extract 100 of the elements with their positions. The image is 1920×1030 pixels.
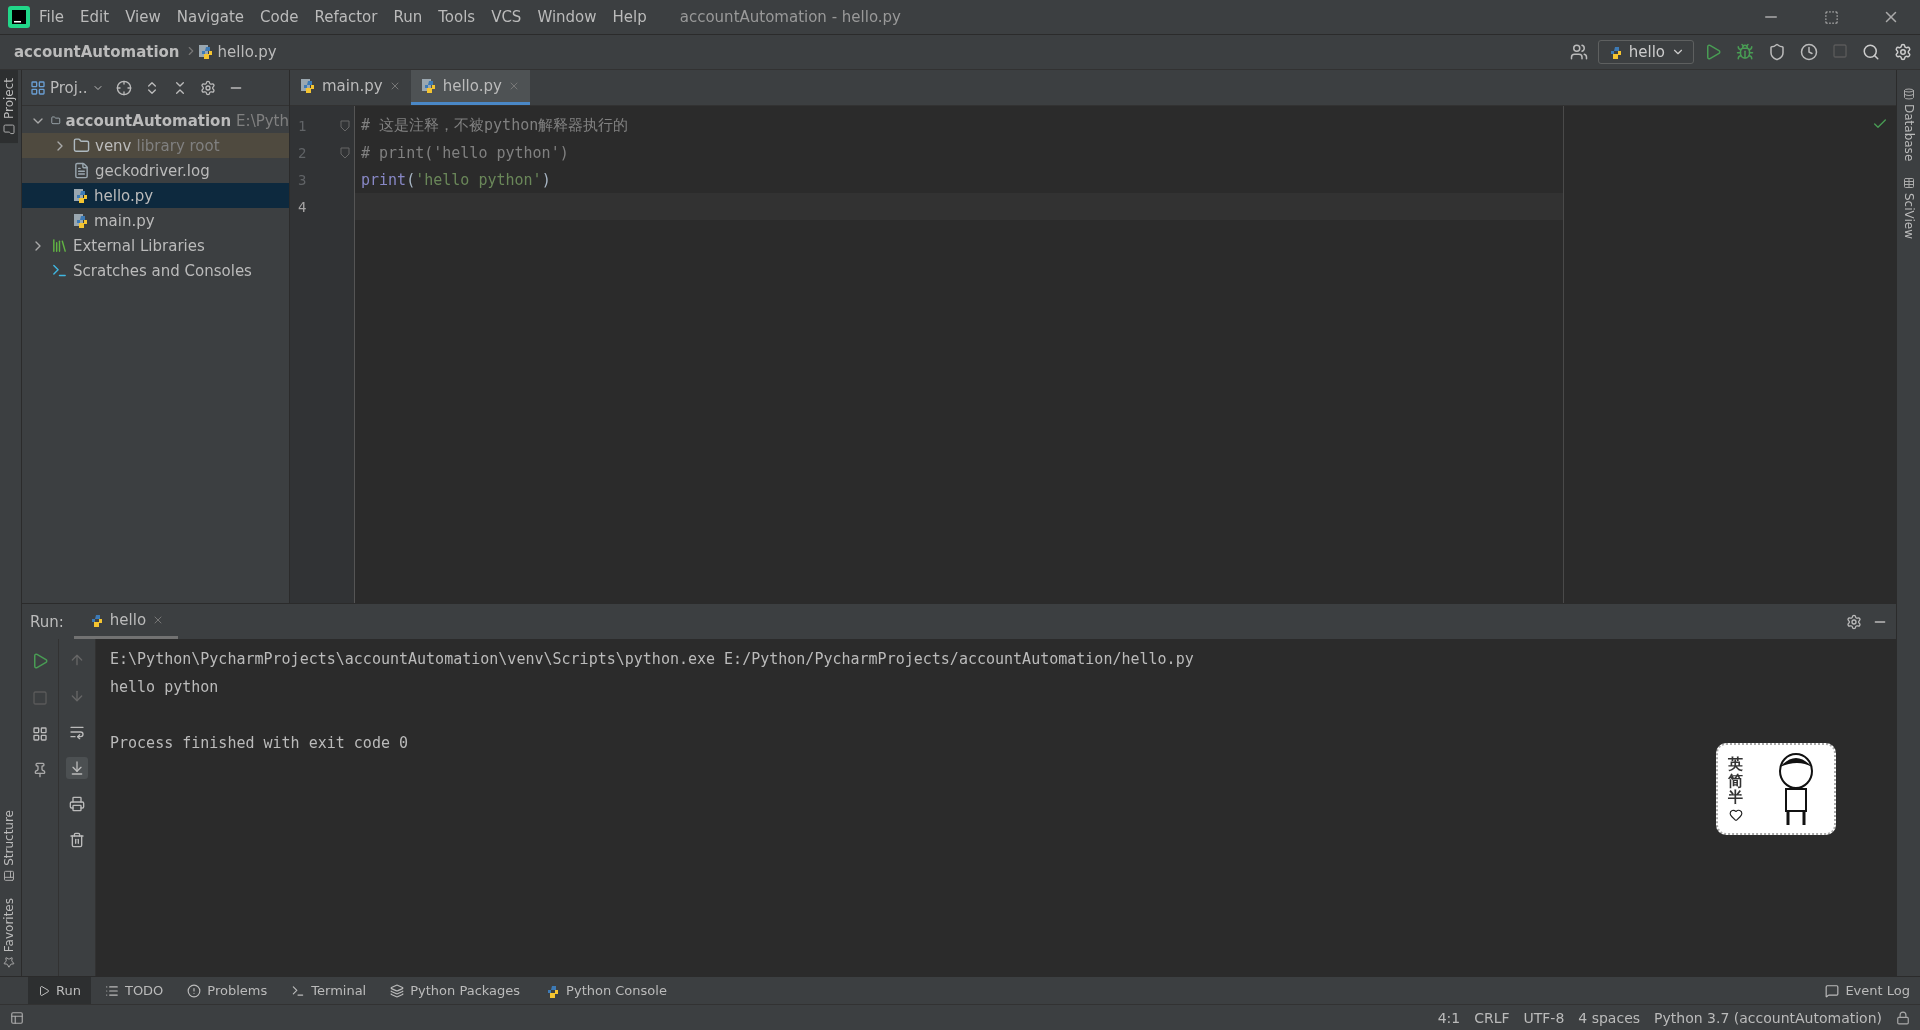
lock-icon[interactable] [1896, 1010, 1910, 1025]
menu-item[interactable]: VCS [484, 8, 529, 26]
python-file-icon [300, 78, 316, 94]
side-tab-label: Database [1901, 104, 1916, 162]
tool-window-button[interactable]: Python Packages [380, 976, 531, 1005]
code-line: # 这是注释，不被python解释器执行的 [361, 116, 629, 135]
structure-icon [3, 869, 15, 882]
menu-item[interactable]: File [32, 8, 72, 26]
restore-icon[interactable] [1823, 9, 1839, 25]
menu-item[interactable]: Tools [431, 8, 483, 26]
side-tab[interactable]: SciView [1899, 169, 1918, 248]
table-icon [1902, 177, 1915, 190]
terminal-icon [291, 983, 306, 998]
panel-toggle-icon[interactable] [10, 1010, 24, 1025]
clock-icon[interactable] [1800, 43, 1818, 61]
menu-item[interactable]: Code [253, 8, 306, 26]
side-tab-label: Project [2, 78, 16, 120]
status-item[interactable]: Python 3.7 (accountAutomation) [1654, 1009, 1882, 1026]
line-number: 4 [298, 198, 307, 215]
window-title: accountAutomation - hello.py [679, 8, 902, 26]
message-icon [1825, 983, 1840, 998]
tree-item[interactable]: accountAutomation E:\Pyth [22, 108, 289, 133]
trash-icon[interactable] [69, 832, 85, 848]
folder-icon [73, 137, 90, 154]
scroll-to-end-icon[interactable] [69, 760, 85, 776]
fold-marker-icon[interactable] [340, 146, 350, 159]
side-tab[interactable]: Database [1899, 80, 1918, 170]
tree-item[interactable]: geckodriver.log [22, 158, 289, 183]
python-file-icon [73, 212, 89, 229]
rerun-icon[interactable] [31, 652, 49, 670]
code-line: # print('hello python') [361, 143, 569, 162]
search-icon[interactable] [1862, 43, 1880, 61]
window-icon [30, 79, 46, 96]
side-tab[interactable]: Favorites [0, 889, 18, 976]
layout-icon[interactable] [32, 726, 48, 742]
database-icon [1902, 88, 1915, 100]
status-item[interactable]: CRLF [1474, 1009, 1510, 1026]
side-tab[interactable]: Project [0, 70, 18, 144]
pin-icon[interactable] [32, 762, 48, 778]
bug-icon[interactable] [1736, 43, 1754, 61]
event-log-button[interactable]: Event Log [1815, 976, 1920, 1005]
python-file-icon [73, 187, 89, 204]
settings-icon[interactable] [1894, 43, 1912, 61]
editor-tab[interactable]: main.py [290, 70, 411, 105]
print-icon[interactable] [69, 796, 85, 812]
console-line: E:\Python\PycharmProjects\accountAutomation\venv\Scripts\python.exe E:/Python/PycharmProjects/accountAutomation/hello.py [110, 650, 1194, 668]
tool-window-button[interactable]: Python Console [534, 976, 677, 1005]
python-file-icon [420, 78, 437, 94]
file-icon [73, 162, 90, 179]
tree-item[interactable]: External Libraries [22, 233, 289, 258]
code-line: print('hello python') [361, 170, 551, 189]
tree-item[interactable]: venv library root [22, 133, 289, 158]
side-tab-label: Structure [2, 809, 16, 866]
tool-window-button[interactable]: TODO [94, 976, 174, 1005]
tool-window-button[interactable]: Run [28, 976, 91, 1005]
side-tab[interactable]: Structure [0, 801, 18, 890]
tree-item[interactable]: main.py [22, 208, 289, 233]
library-icon [51, 237, 68, 254]
settings-icon[interactable] [1846, 613, 1862, 630]
menu-item[interactable]: View [118, 8, 168, 26]
users-icon[interactable] [1569, 43, 1588, 61]
settings-icon[interactable] [199, 79, 216, 96]
side-tab-label: SciView [1901, 193, 1916, 240]
fold-marker-icon[interactable] [340, 119, 350, 132]
tool-window-button[interactable]: Terminal [281, 976, 377, 1005]
alert-icon [187, 983, 202, 998]
app-logo-icon [8, 6, 30, 28]
star-icon [3, 956, 15, 968]
input-method-widget[interactable]: 英简半 [1716, 743, 1836, 835]
breadcrumb-item[interactable]: accountAutomation [14, 43, 180, 61]
editor-tab[interactable]: hello.py [410, 70, 530, 105]
scratches-icon [51, 262, 68, 279]
wrap-icon[interactable] [69, 724, 85, 740]
status-item[interactable]: UTF-8 [1523, 1009, 1565, 1026]
menu-item[interactable]: Window [530, 8, 604, 26]
tree-item[interactable]: Scratches and Consoles [22, 258, 289, 283]
python-file-icon [197, 44, 214, 60]
side-tab-label: Favorites [2, 897, 16, 952]
shield-icon[interactable] [1768, 43, 1786, 61]
menu-item[interactable]: Refactor [307, 8, 385, 26]
folder-icon [3, 123, 15, 136]
menu-item[interactable]: Navigate [169, 8, 252, 26]
menu-item[interactable]: Help [605, 8, 654, 26]
run-label: Run: [30, 612, 64, 631]
console-line: Process finished with exit code 0 [110, 734, 408, 752]
run-icon[interactable] [1704, 43, 1722, 61]
tool-window-button[interactable]: Problems [177, 976, 278, 1005]
status-item[interactable]: 4:1 [1437, 1009, 1461, 1026]
locate-icon[interactable] [115, 79, 132, 96]
status-item[interactable]: 4 spaces [1578, 1009, 1641, 1026]
tree-item[interactable]: hello.py [22, 183, 289, 208]
breadcrumb-item[interactable]: hello.py [217, 43, 277, 61]
layers-icon [390, 983, 405, 998]
project-view-dropdown[interactable]: Proj.. [30, 78, 104, 97]
list-icon [104, 983, 119, 998]
heart-icon [1728, 807, 1743, 822]
input-method-status: 英简半 [1728, 756, 1743, 806]
menu-item[interactable]: Edit [73, 8, 117, 26]
run-configuration-dropdown[interactable]: hello [1597, 40, 1694, 64]
menu-item[interactable]: Run [386, 8, 430, 26]
